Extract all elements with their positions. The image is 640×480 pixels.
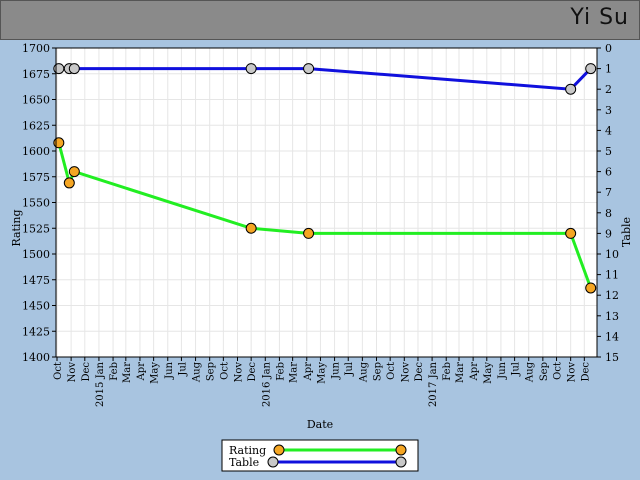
legend: Rating Table (221, 439, 419, 472)
x-tick-label: Dec (580, 362, 591, 382)
x-tick-label: 2015 Jan (95, 361, 106, 407)
x-tick-label: Jul (511, 362, 522, 377)
legend-marker-rating-start (273, 444, 285, 456)
x-tick-label: Jun (331, 361, 342, 379)
x-tick-label: Aug (358, 361, 369, 383)
y2-tick-label: 8 (605, 207, 612, 220)
y2-tick-label: 2 (605, 83, 612, 96)
x-tick-label: Mar (122, 362, 133, 383)
data-point-table (53, 63, 65, 75)
data-point-table (245, 63, 257, 75)
y-tick-label: 1650 (22, 94, 50, 107)
data-point-table (303, 63, 315, 75)
x-tick-label: Feb (109, 362, 120, 381)
y-tick-label: 1425 (22, 325, 50, 338)
y-tick-label: 1700 (22, 42, 50, 55)
x-tick-label: Nov (233, 362, 244, 383)
x-tick-label: Mar (455, 362, 466, 383)
y2-tick-label: 15 (605, 351, 619, 364)
x-tick-label: Feb (275, 362, 286, 381)
x-axis-ticks: Oct Nov Dec 2015 Jan Feb Mar Apr May Jun Jul Aug Se… (53, 357, 591, 407)
y-tick-label: 1475 (22, 274, 50, 287)
x-tick-label: Jun (164, 361, 175, 379)
x-tick-label: Nov (67, 362, 78, 383)
x-tick-label: Sep (539, 362, 550, 381)
y2-tick-label: 11 (605, 269, 619, 282)
y-tick-label: 1625 (22, 119, 50, 132)
x-tick-label: Sep (206, 362, 217, 381)
y-tick-label: 1525 (22, 222, 50, 235)
x-tick-label: Feb (442, 362, 453, 381)
y-tick-label: 1675 (22, 68, 50, 81)
x-tick-label: Oct (53, 362, 64, 380)
y2-tick-label: 12 (605, 289, 619, 302)
data-point-rating (53, 137, 65, 149)
data-point-rating (63, 177, 75, 189)
y2-tick-label: 4 (605, 124, 612, 137)
y-axis-title: Rating (10, 209, 23, 246)
data-point-rating (565, 227, 577, 239)
y2-tick-label: 14 (605, 330, 619, 343)
x-tick-label: Jul (177, 362, 188, 377)
x-tick-label: May (316, 362, 327, 384)
x-tick-label: Nov (400, 362, 411, 383)
x-tick-label: Sep (372, 362, 383, 381)
x-tick-label: 2017 Jan (428, 361, 439, 407)
data-point-rating (245, 222, 257, 234)
data-point-rating (585, 282, 597, 294)
y-tick-label: 1500 (22, 248, 50, 261)
x-tick-label: Jun (497, 361, 508, 379)
y-tick-label: 1550 (22, 197, 50, 210)
legend-label-table: Table (229, 456, 259, 469)
y2-tick-label: 6 (605, 166, 612, 179)
y2-tick-label: 7 (605, 186, 612, 199)
data-point-rating (303, 227, 315, 239)
x-tick-label: Dec (81, 362, 92, 382)
x-tick-label: May (150, 362, 161, 384)
rating-chart: 1400142514501475150015251550157516001625… (10, 42, 633, 472)
y2-tick-label: 1 (605, 63, 612, 76)
y2-tick-label: 5 (605, 145, 612, 158)
y2-tick-label: 9 (605, 227, 612, 240)
y-tick-label: 1600 (22, 145, 50, 158)
legend-marker-table-start (267, 456, 279, 468)
x-tick-label: Dec (414, 362, 425, 382)
y2-tick-label: 13 (605, 310, 619, 323)
data-point-table (68, 63, 80, 75)
data-point-table (565, 83, 577, 95)
data-point-table (585, 63, 597, 75)
x-tick-label: Apr (303, 362, 314, 382)
x-axis-title: Date (307, 418, 333, 431)
x-tick-label: Aug (525, 361, 536, 383)
legend-marker-table-end (395, 456, 407, 468)
y2-tick-label: 3 (605, 104, 612, 117)
legend-marker-rating-end (395, 444, 407, 456)
y-axis-ticks: 1400 1425 1450 1475 1500 1525 1550 1575 1600 1625… (22, 42, 56, 364)
y-tick-label: 1450 (22, 300, 50, 313)
y2-axis-ticks: 0123456789101112131415 (597, 42, 619, 364)
x-tick-label: Dec (247, 362, 258, 382)
x-tick-label: Jul (344, 362, 355, 377)
x-tick-label: Apr (469, 362, 480, 382)
y2-axis-title: Table (620, 217, 633, 247)
x-tick-label: Apr (136, 362, 147, 382)
x-tick-label: 2016 Jan (261, 361, 272, 407)
y-tick-label: 1400 (22, 351, 50, 364)
y-tick-label: 1575 (22, 171, 50, 184)
x-tick-label: Nov (567, 362, 578, 383)
data-point-rating (68, 166, 80, 178)
x-tick-label: Oct (386, 362, 397, 380)
chart-page: Yi Su 1400 1425 1450 1475 1500 1525 1550 1575 16… (0, 0, 640, 480)
x-tick-label: May (483, 362, 494, 384)
y2-tick-label: 0 (605, 42, 612, 55)
y2-tick-label: 10 (605, 248, 619, 261)
x-tick-label: Mar (289, 362, 300, 383)
x-tick-label: Oct (553, 362, 564, 380)
x-tick-label: Oct (219, 362, 230, 380)
x-tick-label: Aug (192, 361, 203, 383)
